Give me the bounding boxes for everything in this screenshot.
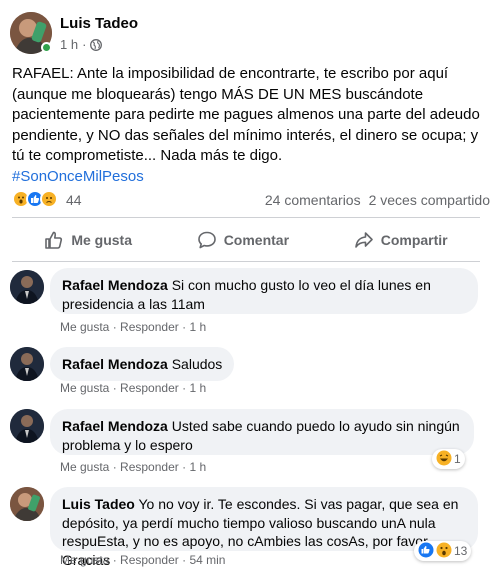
commenter-name[interactable]: Rafael Mendoza <box>62 418 168 434</box>
comment-sep: · <box>182 320 187 334</box>
reaction-count[interactable]: 44 <box>66 192 82 208</box>
comment-icon <box>197 231 216 249</box>
globe-icon[interactable] <box>90 38 103 51</box>
commenter-avatar[interactable] <box>10 487 44 521</box>
commenter-photo <box>10 409 44 443</box>
comment-reply-link[interactable]: Responder <box>120 553 179 567</box>
comment-item: Rafael Mendoza Saludos Me gusta · Respon… <box>10 347 480 397</box>
comment-bubble: Rafael Mendoza Saludos <box>50 347 235 381</box>
share-icon <box>354 232 373 248</box>
divider <box>12 261 480 262</box>
comment-like-link[interactable]: Me gusta <box>60 460 109 474</box>
comment-sep: · <box>112 381 117 395</box>
post-stats: 24 comentarios 2 veces compartido <box>265 192 490 208</box>
commenter-name[interactable]: Rafael Mendoza <box>62 356 168 372</box>
reactions-summary: 44 24 comentarios 2 veces compartido <box>12 190 490 212</box>
wow-reaction-icon <box>436 542 452 561</box>
comment-sep: · <box>182 553 187 567</box>
commenter-name[interactable]: Rafael Mendoza <box>62 277 168 293</box>
comment-reaction-badge[interactable]: 13 <box>414 541 472 561</box>
comment-links: Me gusta · Responder · 1 h <box>60 320 206 334</box>
post-actions: Me gusta Comentar Compartir <box>12 220 480 260</box>
commenter-name[interactable]: Luis Tadeo <box>62 496 135 512</box>
sad-reaction-icon <box>40 190 58 208</box>
divider <box>12 217 480 218</box>
comment-bubble: Luis Tadeo Yo no voy ir. Te escondes. Si… <box>50 487 478 568</box>
post-header: Luis Tadeo 1 h · <box>10 12 480 56</box>
comment-item: Rafael Mendoza Usted sabe cuando puedo l… <box>10 409 480 475</box>
comment-bubble: Rafael Mendoza Usted sabe cuando puedo l… <box>50 409 474 455</box>
comment-reply-link[interactable]: Responder <box>120 320 179 334</box>
share-button-label: Compartir <box>380 232 448 248</box>
like-button[interactable]: Me gusta <box>34 222 142 258</box>
share-button[interactable]: Compartir <box>344 222 458 258</box>
comment-sep: · <box>112 460 117 474</box>
commenter-photo <box>10 487 44 521</box>
comment-item: Luis Tadeo Yo no voy ir. Te escondes. Si… <box>10 487 480 571</box>
comment-bubble: Rafael Mendoza Si con mucho gusto lo veo… <box>50 268 478 314</box>
comment-sep: · <box>182 381 187 395</box>
shares-count[interactable]: 2 veces compartido <box>369 192 490 208</box>
comment-sep: · <box>112 553 117 567</box>
post-author-name[interactable]: Luis Tadeo <box>60 15 138 32</box>
comment-sep: · <box>112 320 117 334</box>
comment-links: Me gusta · Responder · 54 min <box>60 553 225 567</box>
post-time[interactable]: 1 h <box>60 37 78 52</box>
commenter-photo <box>10 347 44 381</box>
comments-count[interactable]: 24 comentarios <box>265 192 361 208</box>
comment-reaction-count: 13 <box>454 544 468 558</box>
comment-sep: · <box>182 460 187 474</box>
comment-like-link[interactable]: Me gusta <box>60 553 109 567</box>
commenter-avatar[interactable] <box>10 347 44 381</box>
comment-time[interactable]: 1 h <box>189 460 206 474</box>
comment-like-link[interactable]: Me gusta <box>60 320 109 334</box>
comment-reaction-count: 1 <box>454 452 461 466</box>
commenter-photo <box>10 270 44 304</box>
post-text: RAFAEL: Ante la imposibilidad de encontr… <box>12 64 488 187</box>
comment-button-label: Comentar <box>223 232 290 248</box>
commenter-avatar[interactable] <box>10 409 44 443</box>
comment-reply-link[interactable]: Responder <box>120 460 179 474</box>
post-meta: 1 h · <box>60 37 103 52</box>
comment-text: Saludos <box>171 356 223 372</box>
comment-links: Me gusta · Responder · 1 h <box>60 460 206 474</box>
comment-time[interactable]: 54 min <box>189 553 225 567</box>
online-status-dot <box>41 42 52 53</box>
comment-item: Rafael Mendoza Si con mucho gusto lo veo… <box>10 268 480 338</box>
comment-button[interactable]: Comentar <box>187 222 299 258</box>
comment-reaction-badge[interactable]: 1 <box>432 449 465 469</box>
meta-separator: · <box>82 37 87 52</box>
thumbs-up-icon <box>45 231 63 249</box>
post-hashtag[interactable]: #SonOnceMilPesos <box>12 167 488 188</box>
like-reaction-icon <box>418 542 434 561</box>
comment-time[interactable]: 1 h <box>189 320 206 334</box>
like-button-label: Me gusta <box>71 232 133 248</box>
commenter-avatar[interactable] <box>10 270 44 304</box>
comment-like-link[interactable]: Me gusta <box>60 381 109 395</box>
comment-reply-link[interactable]: Responder <box>120 381 179 395</box>
haha-reaction-icon <box>436 450 452 469</box>
comment-links: Me gusta · Responder · 1 h <box>60 381 206 395</box>
author-avatar-wrap[interactable] <box>10 12 52 54</box>
reaction-icons[interactable] <box>12 190 58 208</box>
post-body-text: RAFAEL: Ante la imposibilidad de encontr… <box>12 65 480 164</box>
comment-time[interactable]: 1 h <box>189 381 206 395</box>
